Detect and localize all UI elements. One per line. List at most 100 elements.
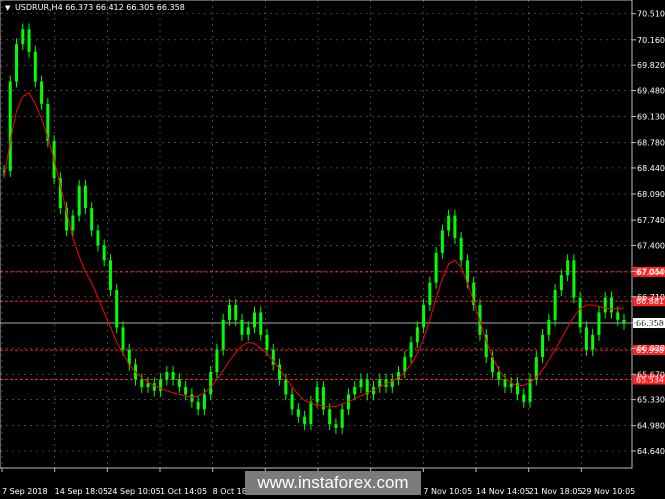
candle-body (497, 372, 501, 380)
y-tick-label: 65.330 (637, 396, 665, 405)
candle-body (221, 319, 225, 350)
candle-body (77, 185, 81, 216)
candle-body (177, 379, 181, 387)
x-tick-label: 29 Nov 10:05 (581, 487, 635, 496)
candle-body (152, 383, 156, 391)
y-tick-label: 66.710 (637, 293, 665, 302)
candle-body (584, 327, 588, 350)
candle-body (90, 208, 94, 231)
candle-body (353, 386, 357, 395)
candle-body (434, 252, 438, 283)
candle-body (190, 394, 194, 402)
candle-body (403, 357, 407, 373)
candle-body (15, 44, 19, 82)
candle-body (616, 312, 620, 320)
candle-body (115, 290, 119, 328)
y-tick-label: 68.780 (637, 139, 665, 148)
candle-body (447, 215, 451, 231)
candle-body (572, 260, 576, 298)
candle-body (8, 81, 12, 171)
candle-body (121, 327, 125, 350)
candle-body (290, 394, 294, 410)
y-tick-label: 67.400 (637, 241, 665, 250)
candle-body (184, 386, 188, 395)
candle-body (21, 29, 25, 45)
x-tick-label: 7 Sep 2018 (2, 487, 48, 496)
candle-body (309, 401, 313, 425)
watermark: www.instaforex.com (245, 471, 421, 495)
candle-body (578, 297, 582, 328)
candle-body (40, 81, 44, 104)
dropdown-arrow-icon[interactable]: ▼ (5, 4, 10, 12)
candle-body (503, 379, 507, 387)
candle-body (227, 305, 231, 320)
y-tick-label: 65.670 (637, 370, 665, 379)
ohlc-values: 66.373 66.412 66.305 66.358 (65, 3, 185, 12)
candle-body (215, 349, 219, 373)
candle-body (522, 394, 526, 402)
candle-body (591, 334, 595, 350)
candle-body (340, 409, 344, 428)
candle-body (108, 260, 112, 291)
candle-body (278, 364, 282, 380)
price-chart: 67.04466.88165.99865.53466.358 70.51070.… (0, 0, 665, 499)
y-tick-label: 67.050 (637, 267, 665, 276)
candle-body (315, 386, 319, 402)
y-tick-label: 70.510 (637, 10, 665, 19)
y-tick-label: 64.640 (637, 447, 665, 456)
candle-body (296, 409, 300, 417)
candle-body (83, 185, 87, 209)
candle-body (265, 334, 269, 350)
x-tick-label: 21 Nov 18:05 (529, 487, 583, 496)
candle-body (422, 305, 426, 328)
x-tick-label: 14 Nov 14:05 (476, 487, 530, 496)
candle-body (140, 379, 144, 387)
candle-body (253, 312, 257, 328)
y-tick-label: 68.090 (637, 190, 665, 199)
candle-body (334, 424, 338, 428)
candle-body (559, 275, 563, 291)
candle-body (196, 401, 200, 410)
candle-body (146, 383, 150, 387)
candle-body (440, 230, 444, 253)
candle-body (609, 297, 613, 313)
y-tick-label: 66.020 (637, 344, 665, 353)
candle-body (234, 305, 238, 320)
y-tick-label: 66.360 (637, 319, 665, 328)
candle-body (165, 372, 169, 380)
candle-body (303, 416, 307, 425)
candle-body (378, 379, 382, 387)
candle-body (547, 319, 551, 335)
y-tick-label: 69.130 (637, 113, 665, 122)
candle-body (428, 282, 432, 305)
candle-body (27, 29, 31, 52)
x-tick-label: 1 Oct 14:05 (160, 487, 207, 496)
candle-body (240, 319, 244, 335)
y-tick-label: 69.480 (637, 86, 665, 95)
symbol-timeframe: USDRUR,H4 (14, 3, 63, 12)
candle-body (553, 290, 557, 320)
y-tick-label: 64.980 (637, 422, 665, 431)
candle-body (209, 372, 213, 395)
y-tick-label: 67.740 (637, 216, 665, 225)
candle-body (541, 334, 545, 358)
candle-body (96, 230, 100, 246)
candle-body (597, 312, 601, 335)
candle-body (33, 51, 37, 82)
candle-body (603, 297, 607, 313)
candle-body (622, 319, 626, 324)
candle-body (359, 379, 363, 387)
candle-body (259, 312, 263, 335)
x-tick-label: 14 Sep 18:05 (55, 487, 108, 496)
candle-body (284, 379, 288, 395)
candle-body (71, 215, 75, 231)
candle-body (459, 237, 463, 261)
x-tick-label: 7 Nov 10:05 (423, 487, 472, 496)
y-tick-label: 68.440 (637, 164, 665, 173)
candle-body (202, 394, 206, 410)
candle-body (566, 260, 570, 276)
candle-body (171, 372, 175, 380)
candle-body (102, 245, 106, 261)
candle-body (246, 327, 250, 335)
candle-body (328, 409, 332, 425)
